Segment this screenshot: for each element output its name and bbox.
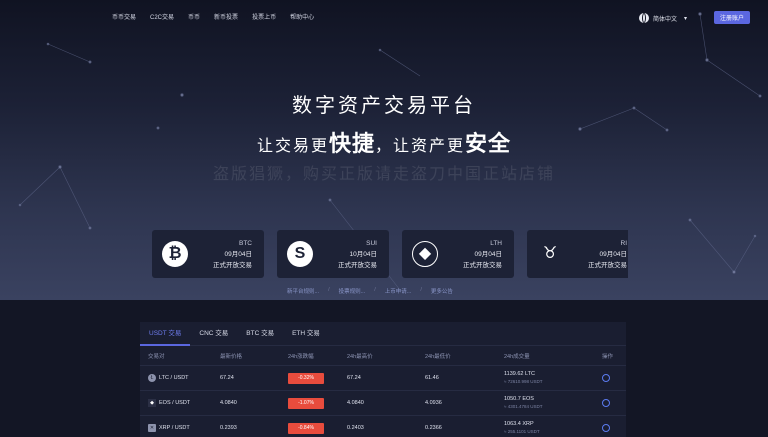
announcement-link[interactable]: 上币申请... (385, 287, 412, 295)
price-cell: 67.24 (220, 375, 234, 381)
coin-card[interactable]: ₿ BTC 09月04日正式开放交易 (152, 230, 264, 278)
col-change: 24h涨跌幅 (288, 353, 314, 360)
col-high: 24h最高价 (347, 353, 373, 360)
xrp-icon: ✕ (148, 424, 156, 432)
hero-tagline: 让交易更快捷，让资产更安全 (0, 126, 768, 158)
col-action: 操作 (602, 353, 614, 360)
sui-icon: S (287, 241, 313, 267)
low-cell: 0.2366 (425, 425, 442, 431)
tab-cnc[interactable]: CNC 交易 (190, 322, 237, 345)
price-cell: 4.0840 (220, 400, 237, 406)
announcement-link[interactable]: 投票规则... (339, 287, 366, 295)
coin-date: 09月04日 (599, 251, 627, 258)
change-cell: -0.84% (288, 416, 324, 437)
table-row[interactable]: ◆ EOS / USDT 4.0840 -1.07% 4.0840 4.0936 … (140, 391, 626, 416)
low-cell: 4.0936 (425, 400, 442, 406)
globe-icon (639, 13, 649, 23)
change-cell: -0.32% (288, 366, 324, 390)
table-header: 交易对 最新价格 24h涨跌幅 24h最高价 24h最低价 24h成交量 操作 (140, 346, 626, 366)
action-cell (602, 416, 610, 437)
coin-date: 09月04日 (474, 251, 502, 258)
price-cell: 0.2393 (220, 425, 237, 431)
tab-eth[interactable]: ETH 交易 (283, 322, 329, 345)
coin-card[interactable]: ♉ RI 09月04日正式开放交易 (527, 230, 628, 278)
litecoin-icon: Ł (148, 374, 156, 382)
low-cell: 61.46 (425, 375, 439, 381)
coin-symbol: LTH (490, 240, 502, 247)
chevron-down-icon: ▾ (684, 15, 688, 22)
volume-cell: 1050.7 EOS ≈ 4301.4784 USDT (504, 396, 543, 409)
trade-icon[interactable] (602, 424, 610, 432)
nav-c2c-trade[interactable]: C2C交易 (150, 12, 174, 24)
nav-vote-listing[interactable]: 投票上币 (252, 12, 276, 24)
divider: / (328, 287, 330, 293)
col-low: 24h最低价 (425, 353, 451, 360)
action-cell (602, 366, 610, 390)
change-badge: -1.07% (288, 397, 324, 409)
tagline-emphasis: 安全 (465, 131, 512, 156)
ethereum-icon: ◆ (412, 241, 438, 267)
high-cell: 0.2403 (347, 425, 364, 431)
language-label: 简体中文 (653, 16, 678, 23)
table-row[interactable]: Ł LTC / USDT 67.24 -0.32% 67.24 61.46 113… (140, 366, 626, 391)
change-cell: -1.07% (288, 391, 324, 415)
more-announcements-link[interactable]: 更多公告 (431, 287, 453, 295)
announcement-bar: 新平台规则... / 投票规则... / 上币申请... / 更多公告 (287, 287, 453, 295)
market-panel: USDT 交易 CNC 交易 BTC 交易 ETH 交易 交易对 最新价格 24… (140, 322, 626, 437)
announcement-link[interactable]: 新平台规则... (287, 287, 319, 295)
coin-symbol: BTC (239, 240, 252, 247)
nav-new-coin-vote[interactable]: 新币投票 (214, 12, 238, 24)
tagline-part: ，让资产更 (375, 138, 466, 155)
coin-card[interactable]: S SUI 10月04日正式开放交易 (277, 230, 389, 278)
language-selector[interactable]: 简体中文 ▾ (639, 13, 687, 23)
tagline-emphasis: 快捷 (328, 131, 375, 156)
change-badge: -0.32% (288, 372, 324, 384)
change-badge: -0.84% (288, 422, 324, 434)
register-button[interactable]: 注册账户 (714, 11, 750, 24)
top-nav: 币币交易 C2C交易 币币 新币投票 投票上币 帮助中心 (112, 12, 314, 24)
divider: / (374, 287, 376, 293)
hero-title: 数字资产交易平台 (292, 95, 476, 117)
coin-note: 正式开放交易 (463, 262, 502, 269)
coin-cards: ₿ BTC 09月04日正式开放交易 S SUI 10月04日正式开放交易 ◆ LT… (152, 230, 628, 278)
market-tabs: USDT 交易 CNC 交易 BTC 交易 ETH 交易 (140, 322, 626, 346)
coin-note: 正式开放交易 (338, 262, 377, 269)
coin-symbol: SUI (366, 240, 377, 247)
nav-help-center[interactable]: 帮助中心 (290, 12, 314, 24)
col-pair: 交易对 (148, 353, 165, 360)
coin-date: 09月04日 (224, 251, 252, 258)
eos-icon: ◆ (148, 399, 156, 407)
volume-cell: 1063.4 XRP ≈ 255.1101 USDT (504, 421, 540, 434)
col-volume: 24h成交量 (504, 353, 530, 360)
tagline-part: 让交易更 (256, 138, 329, 155)
coin-symbol: RI (620, 240, 628, 247)
high-cell: 67.24 (347, 375, 361, 381)
tab-btc[interactable]: BTC 交易 (237, 322, 283, 345)
divider: / (420, 287, 422, 293)
bitcoin-icon: ₿ (162, 241, 188, 267)
pair-cell: ◆ EOS / USDT (148, 391, 190, 415)
volume-cell: 1139.62 LTC ≈ 72610.998 USDT (504, 371, 543, 384)
bull-icon: ♉ (542, 245, 558, 262)
high-cell: 4.0840 (347, 400, 364, 406)
tab-usdt[interactable]: USDT 交易 (140, 322, 191, 346)
action-cell (602, 391, 610, 415)
pair-cell: ✕ XRP / USDT (148, 424, 190, 432)
table-row[interactable]: ✕ XRP / USDT 0.2393 -0.84% 0.2403 0.2366 … (140, 416, 626, 437)
col-price: 最新价格 (220, 353, 243, 360)
coin-card[interactable]: ◆ LTH 09月04日正式开放交易 (402, 230, 514, 278)
coin-date: 10月04日 (349, 251, 377, 258)
nav-spot-trade[interactable]: 币币交易 (112, 12, 136, 24)
nav-coin[interactable]: 币币 (188, 12, 200, 24)
watermark-warning: 盗版猖獗，购买正版请走盗刀中国正站店铺 (212, 166, 555, 183)
pair-cell: Ł LTC / USDT (148, 366, 189, 390)
trade-icon[interactable] (602, 374, 610, 382)
trade-icon[interactable] (602, 399, 610, 407)
coin-note: 正式开放交易 (213, 262, 252, 269)
coin-note: 正式开放交易 (588, 262, 627, 269)
